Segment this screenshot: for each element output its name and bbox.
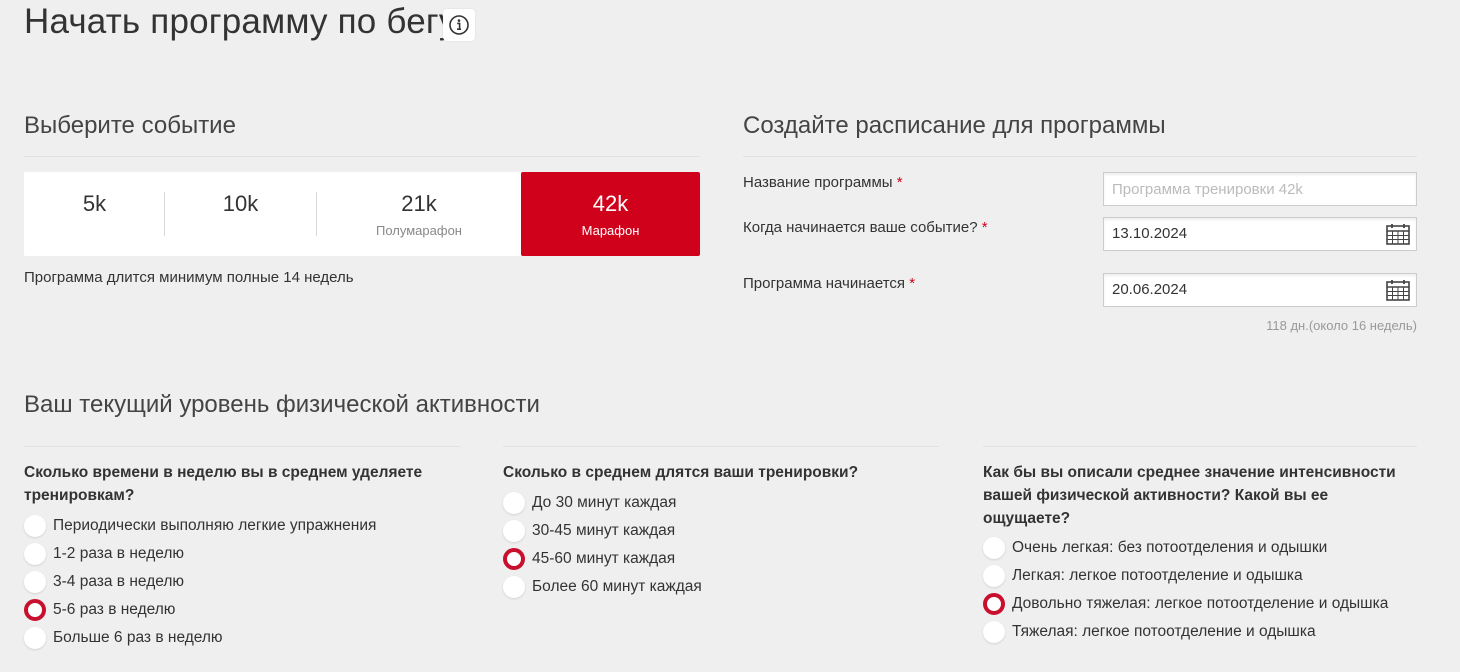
calendar-icon[interactable] [1386, 223, 1410, 245]
event-label: Марафон [581, 223, 640, 238]
event-date-field[interactable]: 13.10.2024 [1103, 217, 1417, 251]
radio-button-selected[interactable] [24, 599, 46, 621]
event-date-value: 13.10.2024 [1112, 225, 1188, 242]
event-date-label: Когда начинается ваше событие? * [743, 219, 988, 236]
required-mark: * [981, 219, 988, 236]
radio-button[interactable] [983, 537, 1005, 559]
radio-option[interactable]: Более 60 минут каждая [503, 576, 883, 600]
program-duration-note: Программа длится минимум полные 14 недел… [24, 269, 354, 286]
event-label: Полумарафон [376, 223, 462, 238]
radio-label: Легкая: легкое потоотделение и одышка [1012, 567, 1303, 584]
start-date-label: Программа начинается * [743, 275, 916, 292]
required-mark: * [909, 275, 916, 292]
page-title: Начать программу по бегу [24, 2, 457, 41]
radio-label: Тяжелая: легкое потоотделение и одышка [1012, 623, 1316, 640]
event-distance: 5k [82, 191, 107, 216]
radio-button[interactable] [503, 520, 525, 542]
question-title: Как бы вы описали среднее значение интен… [983, 464, 1396, 527]
radio-button[interactable] [24, 627, 46, 649]
activity-section-title: Ваш текущий уровень физической активност… [24, 391, 540, 418]
radio-label: До 30 минут каждая [532, 494, 677, 511]
info-icon [449, 15, 469, 35]
event-option-10k[interactable]: 10k [165, 172, 316, 256]
radio-option[interactable]: 45-60 минут каждая [503, 548, 883, 572]
program-name-input[interactable] [1103, 172, 1417, 206]
radio-option[interactable]: Периодически выполняю легкие упражнения [24, 515, 404, 539]
divider [983, 446, 1417, 447]
radio-label: Более 60 минут каждая [532, 578, 702, 595]
question-title: Сколько в среднем длятся ваши тренировки… [503, 464, 859, 481]
radio-button[interactable] [24, 571, 46, 593]
radio-label: Больше 6 раз в неделю [53, 629, 223, 646]
schedule-section-title: Создайте расписание для программы [743, 112, 1166, 139]
divider [503, 446, 939, 447]
calendar-icon[interactable] [1386, 279, 1410, 301]
event-distance: 10k [222, 191, 259, 216]
event-option-21k[interactable]: 21k Полумарафон [317, 172, 521, 256]
radio-label: Очень легкая: без потоотделения и одышки [1012, 539, 1328, 556]
radio-button[interactable] [503, 492, 525, 514]
radio-option[interactable]: 1-2 раза в неделю [24, 543, 404, 567]
radio-option[interactable]: Легкая: легкое потоотделение и одышка [983, 565, 1413, 589]
radio-button-selected[interactable] [503, 548, 525, 570]
radio-option[interactable]: Тяжелая: легкое потоотделение и одышка [983, 621, 1413, 645]
start-date-field[interactable]: 20.06.2024 [1103, 273, 1417, 307]
start-date-value: 20.06.2024 [1112, 281, 1188, 298]
radio-option[interactable]: До 30 минут каждая [503, 492, 883, 516]
event-option-5k[interactable]: 5k [24, 172, 165, 256]
radio-option[interactable]: 5-6 раз в неделю [24, 599, 404, 623]
radio-option[interactable]: Больше 6 раз в неделю [24, 627, 404, 651]
event-distance: 21k [401, 191, 437, 216]
divider [24, 156, 700, 157]
radio-option[interactable]: Довольно тяжелая: легкое потоотделение и… [983, 593, 1413, 617]
divider [24, 446, 460, 447]
required-mark: * [896, 174, 903, 191]
radio-button[interactable] [983, 621, 1005, 643]
radio-button[interactable] [503, 576, 525, 598]
radio-button-selected[interactable] [983, 593, 1005, 615]
radio-option[interactable]: Очень легкая: без потоотделения и одышки [983, 537, 1413, 561]
radio-button[interactable] [24, 515, 46, 537]
schedule-duration: 118 дн.(около 16 недель) [1266, 318, 1417, 333]
event-selector: 5k 10k 21k Полумарафон 42k Марафон [24, 172, 700, 256]
radio-option[interactable]: 30-45 минут каждая [503, 520, 883, 544]
program-name-label: Название программы * [743, 174, 903, 191]
radio-label: Довольно тяжелая: легкое потоотделение и… [1012, 595, 1389, 612]
event-section-title: Выберите событие [24, 112, 236, 139]
radio-label: 3-4 раза в неделю [53, 573, 185, 590]
radio-option[interactable]: 3-4 раза в неделю [24, 571, 404, 595]
event-option-42k[interactable]: 42k Марафон [521, 172, 700, 256]
info-button[interactable] [443, 9, 475, 41]
radio-label: 1-2 раза в неделю [53, 545, 185, 562]
radio-label: 5-6 раз в неделю [53, 601, 176, 618]
event-distance: 42k [592, 191, 629, 216]
radio-label: 45-60 минут каждая [532, 550, 676, 567]
radio-button[interactable] [983, 565, 1005, 587]
divider [743, 156, 1417, 157]
radio-button[interactable] [24, 543, 46, 565]
radio-label: Периодически выполняю легкие упражнения [53, 517, 377, 534]
question-title: Сколько времени в неделю вы в среднем уд… [24, 464, 423, 504]
radio-label: 30-45 минут каждая [532, 522, 676, 539]
